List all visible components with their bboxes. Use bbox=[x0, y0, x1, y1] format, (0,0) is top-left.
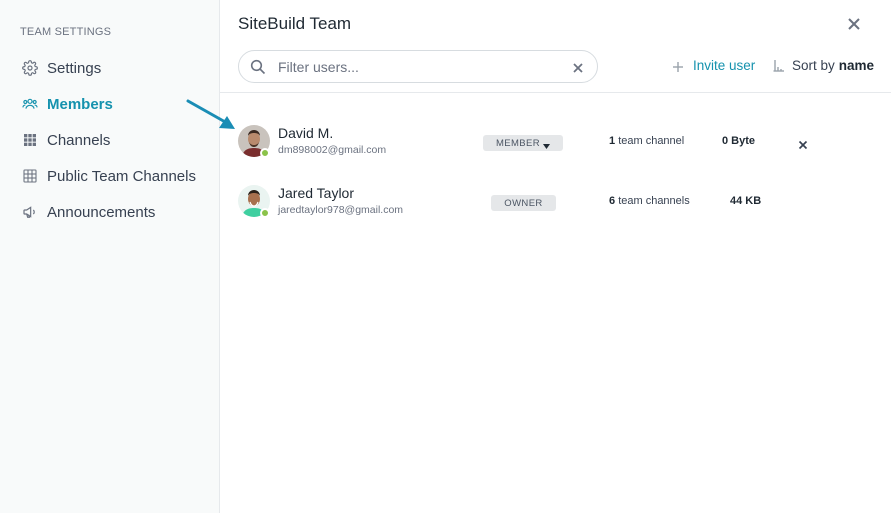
channels-count: 6 bbox=[609, 195, 616, 207]
users-icon bbox=[21, 95, 39, 113]
close-icon[interactable] bbox=[846, 16, 862, 32]
megaphone-icon bbox=[21, 203, 39, 221]
role-label: MEMBER bbox=[495, 137, 541, 149]
gear-icon bbox=[21, 59, 39, 77]
search-input[interactable] bbox=[278, 58, 558, 75]
sort-label: Sort by bbox=[792, 58, 835, 73]
channels-count: 1 bbox=[609, 135, 616, 147]
sidebar-heading: TEAM SETTINGS bbox=[20, 26, 112, 38]
member-email: dm898002@gmail.com bbox=[278, 144, 387, 156]
caret-down-icon bbox=[543, 141, 551, 149]
invite-user-button[interactable]: Invite user bbox=[672, 58, 755, 73]
sidebar-item-label: Settings bbox=[47, 59, 102, 77]
search-box bbox=[238, 50, 598, 83]
members-panel: SiteBuild Team Invite user Sort by name bbox=[220, 0, 891, 513]
member-row: Jared Taylor jaredtaylor978@gmail.com OW… bbox=[238, 185, 878, 225]
sort-value: name bbox=[838, 58, 875, 73]
channels-label: team channel bbox=[618, 135, 685, 147]
header-divider bbox=[220, 92, 891, 93]
member-storage-size: 44 KB bbox=[730, 195, 762, 207]
member-storage-size: 0 Byte bbox=[722, 135, 756, 147]
invite-user-label: Invite user bbox=[693, 58, 756, 73]
sort-button[interactable]: Sort by name bbox=[773, 58, 874, 73]
remove-member-icon[interactable] bbox=[798, 137, 808, 150]
search-icon bbox=[250, 59, 266, 75]
sidebar-nav: Settings Members Channels Public Team Ch… bbox=[0, 50, 219, 230]
sidebar-item-label: Members bbox=[47, 95, 113, 113]
sidebar: TEAM SETTINGS Settings Members Channels … bbox=[0, 0, 220, 513]
table-icon bbox=[21, 167, 39, 185]
grid-icon bbox=[21, 131, 39, 149]
online-status-dot bbox=[260, 208, 270, 218]
clear-search-icon[interactable] bbox=[572, 61, 584, 73]
role-label: OWNER bbox=[504, 197, 543, 209]
sidebar-item-label: Public Team Channels bbox=[47, 167, 196, 185]
channels-label: team channels bbox=[618, 195, 690, 207]
member-name: Jared Taylor bbox=[278, 185, 355, 201]
role-dropdown[interactable]: MEMBER bbox=[483, 135, 563, 151]
member-channels: 6 team channels bbox=[609, 195, 690, 207]
page-title: SiteBuild Team bbox=[238, 14, 352, 33]
online-status-dot bbox=[260, 148, 270, 158]
sidebar-item-announcements[interactable]: Announcements bbox=[0, 194, 219, 230]
sidebar-item-public-team-channels[interactable]: Public Team Channels bbox=[0, 158, 219, 194]
sidebar-item-label: Announcements bbox=[47, 203, 156, 221]
sort-icon bbox=[773, 59, 785, 72]
member-name: David M. bbox=[278, 125, 334, 141]
sidebar-item-settings[interactable]: Settings bbox=[0, 50, 219, 86]
member-channels: 1 team channel bbox=[609, 135, 684, 147]
annotation-arrow-icon bbox=[186, 99, 235, 129]
sidebar-item-label: Channels bbox=[47, 131, 111, 149]
member-row: David M. dm898002@gmail.com MEMBER 1 tea… bbox=[238, 125, 878, 165]
role-badge: OWNER bbox=[491, 195, 556, 211]
member-email: jaredtaylor978@gmail.com bbox=[278, 204, 404, 216]
plus-icon bbox=[672, 60, 684, 72]
